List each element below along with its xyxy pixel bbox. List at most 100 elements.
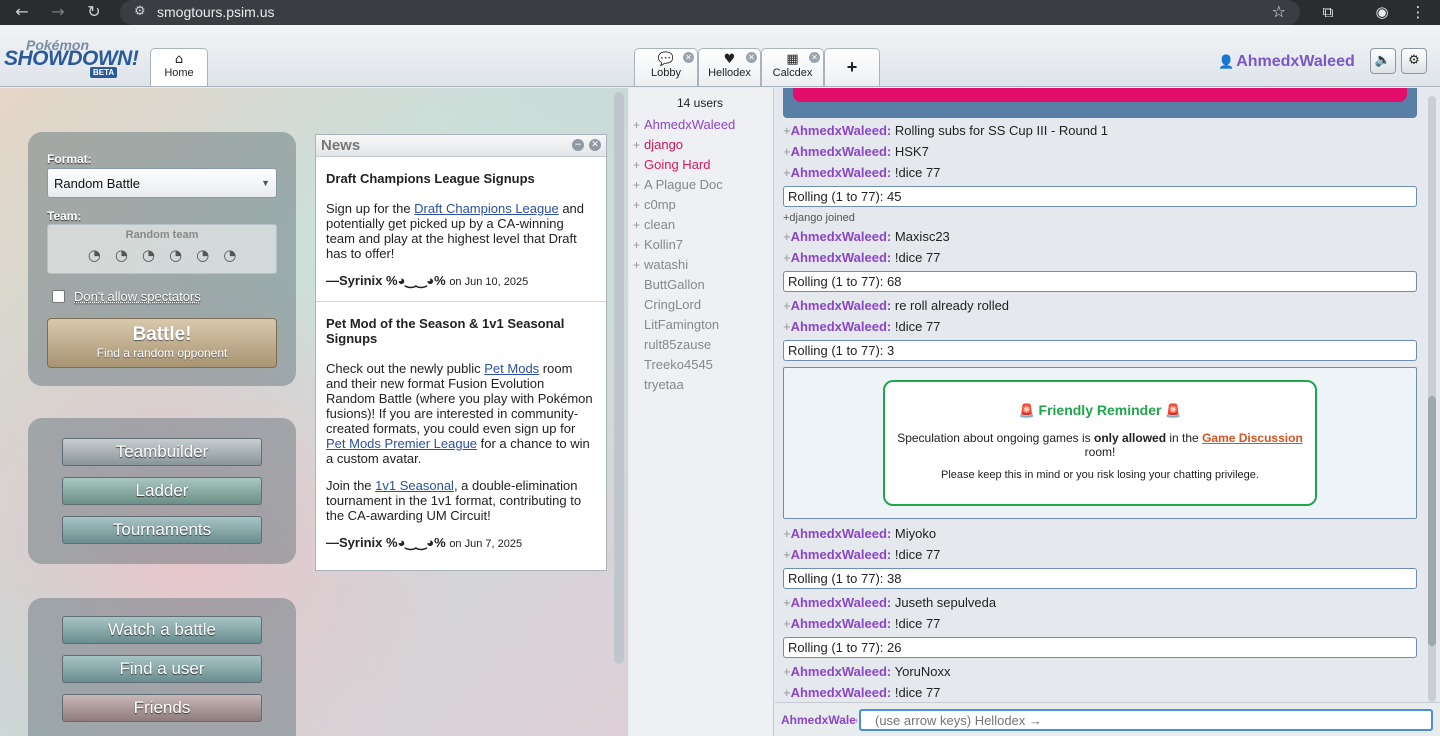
user-list-item[interactable]: + c0mp: [633, 197, 676, 217]
news-headline: Draft Champions League Signups: [326, 171, 535, 186]
showdown-logo[interactable]: Pokémon SHOWDOWN! BETA: [4, 37, 149, 83]
user-list-item[interactable]: + django: [633, 137, 683, 157]
reload-icon[interactable]: ↻: [84, 3, 104, 21]
user-name[interactable]: rult85zause: [644, 337, 711, 352]
current-user[interactable]: 👤 AhmedxWaleed: [1218, 53, 1355, 71]
chat-scrollbar[interactable]: [1428, 96, 1436, 702]
user-list-item[interactable]: rult85zause: [633, 337, 711, 357]
browser-menu-icon[interactable]: ⋮: [1408, 3, 1428, 21]
teambuilder-button[interactable]: Teambuilder: [62, 438, 262, 466]
chat-text: HSK7: [894, 144, 929, 159]
address-bar[interactable]: ⚙ smogtours.psim.us ☆: [120, 0, 1300, 25]
plus-icon: +: [846, 57, 858, 77]
news-panel: News − ✕ Draft Champions League Signups …: [315, 134, 607, 571]
user-list-item[interactable]: Treeko4545: [633, 357, 713, 377]
chat-author[interactable]: AhmedxWaleed:: [791, 144, 892, 159]
user-list-item[interactable]: + Going Hard: [633, 157, 710, 177]
user-icon: 👤: [1218, 55, 1235, 70]
chat-message: +AhmedxWaleed: !dice 77: [783, 250, 940, 265]
chat-username[interactable]: AhmedxWaleed: [781, 713, 857, 727]
forward-icon[interactable]: →: [48, 3, 68, 21]
user-name[interactable]: django: [644, 137, 683, 152]
settings-button[interactable]: ⚙: [1401, 48, 1427, 74]
tab-calcdex[interactable]: ✕ ▦ Calcdex: [761, 48, 824, 86]
user-name[interactable]: tryetaa: [644, 377, 684, 392]
chat-author[interactable]: AhmedxWaleed:: [791, 526, 892, 541]
friends-button[interactable]: Friends: [62, 694, 262, 722]
find-user-button[interactable]: Find a user: [62, 655, 262, 683]
speaker-icon: 🔈: [1374, 53, 1392, 68]
format-select[interactable]: Random Battle ▼: [47, 168, 277, 198]
user-list-item[interactable]: LitFamington: [633, 317, 719, 337]
chat-text: !dice 77: [894, 250, 941, 265]
rank-symbol: +: [783, 595, 791, 610]
chat-author[interactable]: AhmedxWaleed:: [791, 685, 892, 700]
chat-input[interactable]: [859, 709, 1433, 731]
chat-log: +AhmedxWaleed: Rolling subs for SS Cup I…: [775, 88, 1440, 736]
user-name[interactable]: Going Hard: [644, 157, 710, 172]
bookmark-star-icon[interactable]: ☆: [1272, 2, 1286, 21]
checkbox[interactable]: [52, 290, 65, 303]
news-link[interactable]: Pet Mods Premier League: [326, 436, 477, 451]
tab-hellodex[interactable]: ✕ ♥ Hellodex: [698, 48, 761, 86]
close-icon[interactable]: ✕: [683, 52, 694, 63]
no-spectators-checkbox[interactable]: Don't allow spectators: [52, 289, 201, 304]
user-name[interactable]: CringLord: [644, 297, 701, 312]
team-select[interactable]: Random team ◔ ◔ ◔ ◔ ◔ ◔: [47, 224, 277, 274]
news-link[interactable]: 1v1 Seasonal: [375, 478, 454, 493]
watch-battle-button[interactable]: Watch a battle: [62, 616, 262, 644]
chat-author[interactable]: AhmedxWaleed:: [791, 250, 892, 265]
user-name[interactable]: ButtGallon: [644, 277, 705, 292]
scrollbar[interactable]: [614, 92, 624, 664]
user-list-item[interactable]: + clean: [633, 217, 675, 237]
user-list-item[interactable]: + A Plague Doc: [633, 177, 723, 197]
chat-author[interactable]: AhmedxWaleed:: [791, 123, 892, 138]
user-name[interactable]: clean: [644, 217, 675, 232]
news-body: Sign up for the Draft Champions League a…: [326, 201, 585, 261]
user-name[interactable]: LitFamington: [644, 317, 719, 332]
tournaments-button[interactable]: Tournaments: [62, 516, 262, 544]
extensions-icon[interactable]: ⧉: [1318, 3, 1338, 21]
chat-author[interactable]: AhmedxWaleed:: [791, 616, 892, 631]
chat-author[interactable]: AhmedxWaleed:: [791, 298, 892, 313]
pokeball-icon: ◔: [223, 246, 237, 264]
game-discussion-link[interactable]: Game Discussion: [1202, 431, 1303, 445]
user-rank: +: [633, 238, 641, 252]
news-link[interactable]: Draft Champions League: [414, 201, 559, 216]
new-tab-button[interactable]: +: [824, 48, 880, 86]
user-name[interactable]: Kollin7: [644, 237, 683, 252]
chat-author[interactable]: AhmedxWaleed:: [791, 229, 892, 244]
chat-author[interactable]: AhmedxWaleed:: [791, 547, 892, 562]
sound-button[interactable]: 🔈: [1370, 48, 1396, 74]
close-icon[interactable]: ✕: [589, 139, 601, 151]
chat-input-bar: AhmedxWaleed: [775, 702, 1440, 736]
ladder-button[interactable]: Ladder: [62, 477, 262, 505]
close-icon[interactable]: ✕: [746, 52, 757, 63]
user-list-item[interactable]: tryetaa: [633, 377, 684, 397]
chat-author[interactable]: AhmedxWaleed:: [791, 319, 892, 334]
user-list-item[interactable]: CringLord: [633, 297, 701, 317]
chat-author[interactable]: AhmedxWaleed:: [791, 664, 892, 679]
close-icon[interactable]: ✕: [809, 52, 820, 63]
news-link[interactable]: Pet Mods: [484, 361, 539, 376]
chat-author[interactable]: AhmedxWaleed:: [791, 165, 892, 180]
news-item: Draft Champions League Signups Sign up f…: [316, 171, 606, 289]
battle-button[interactable]: Battle! Find a random opponent: [47, 318, 277, 368]
user-name[interactable]: A Plague Doc: [644, 177, 723, 192]
scrollbar-thumb[interactable]: [1428, 396, 1436, 646]
user-list-item[interactable]: + watashi: [633, 257, 688, 277]
site-settings-icon[interactable]: ⚙: [134, 4, 146, 19]
minimize-icon[interactable]: −: [572, 139, 584, 151]
user-list-item[interactable]: ButtGallon: [633, 277, 705, 297]
user-name[interactable]: c0mp: [644, 197, 676, 212]
tab-lobby[interactable]: ✕ 💬 Lobby: [634, 48, 698, 86]
chat-author[interactable]: AhmedxWaleed:: [791, 595, 892, 610]
user-list-item[interactable]: + Kollin7: [633, 237, 683, 257]
profile-icon[interactable]: ◉: [1372, 3, 1392, 21]
user-name[interactable]: AhmedxWaleed: [644, 117, 735, 132]
user-name[interactable]: Treeko4545: [644, 357, 713, 372]
user-list-item[interactable]: + AhmedxWaleed: [633, 117, 735, 137]
user-name[interactable]: watashi: [644, 257, 688, 272]
back-icon[interactable]: ←: [12, 3, 32, 21]
tab-home[interactable]: ⌂ Home: [150, 48, 208, 86]
